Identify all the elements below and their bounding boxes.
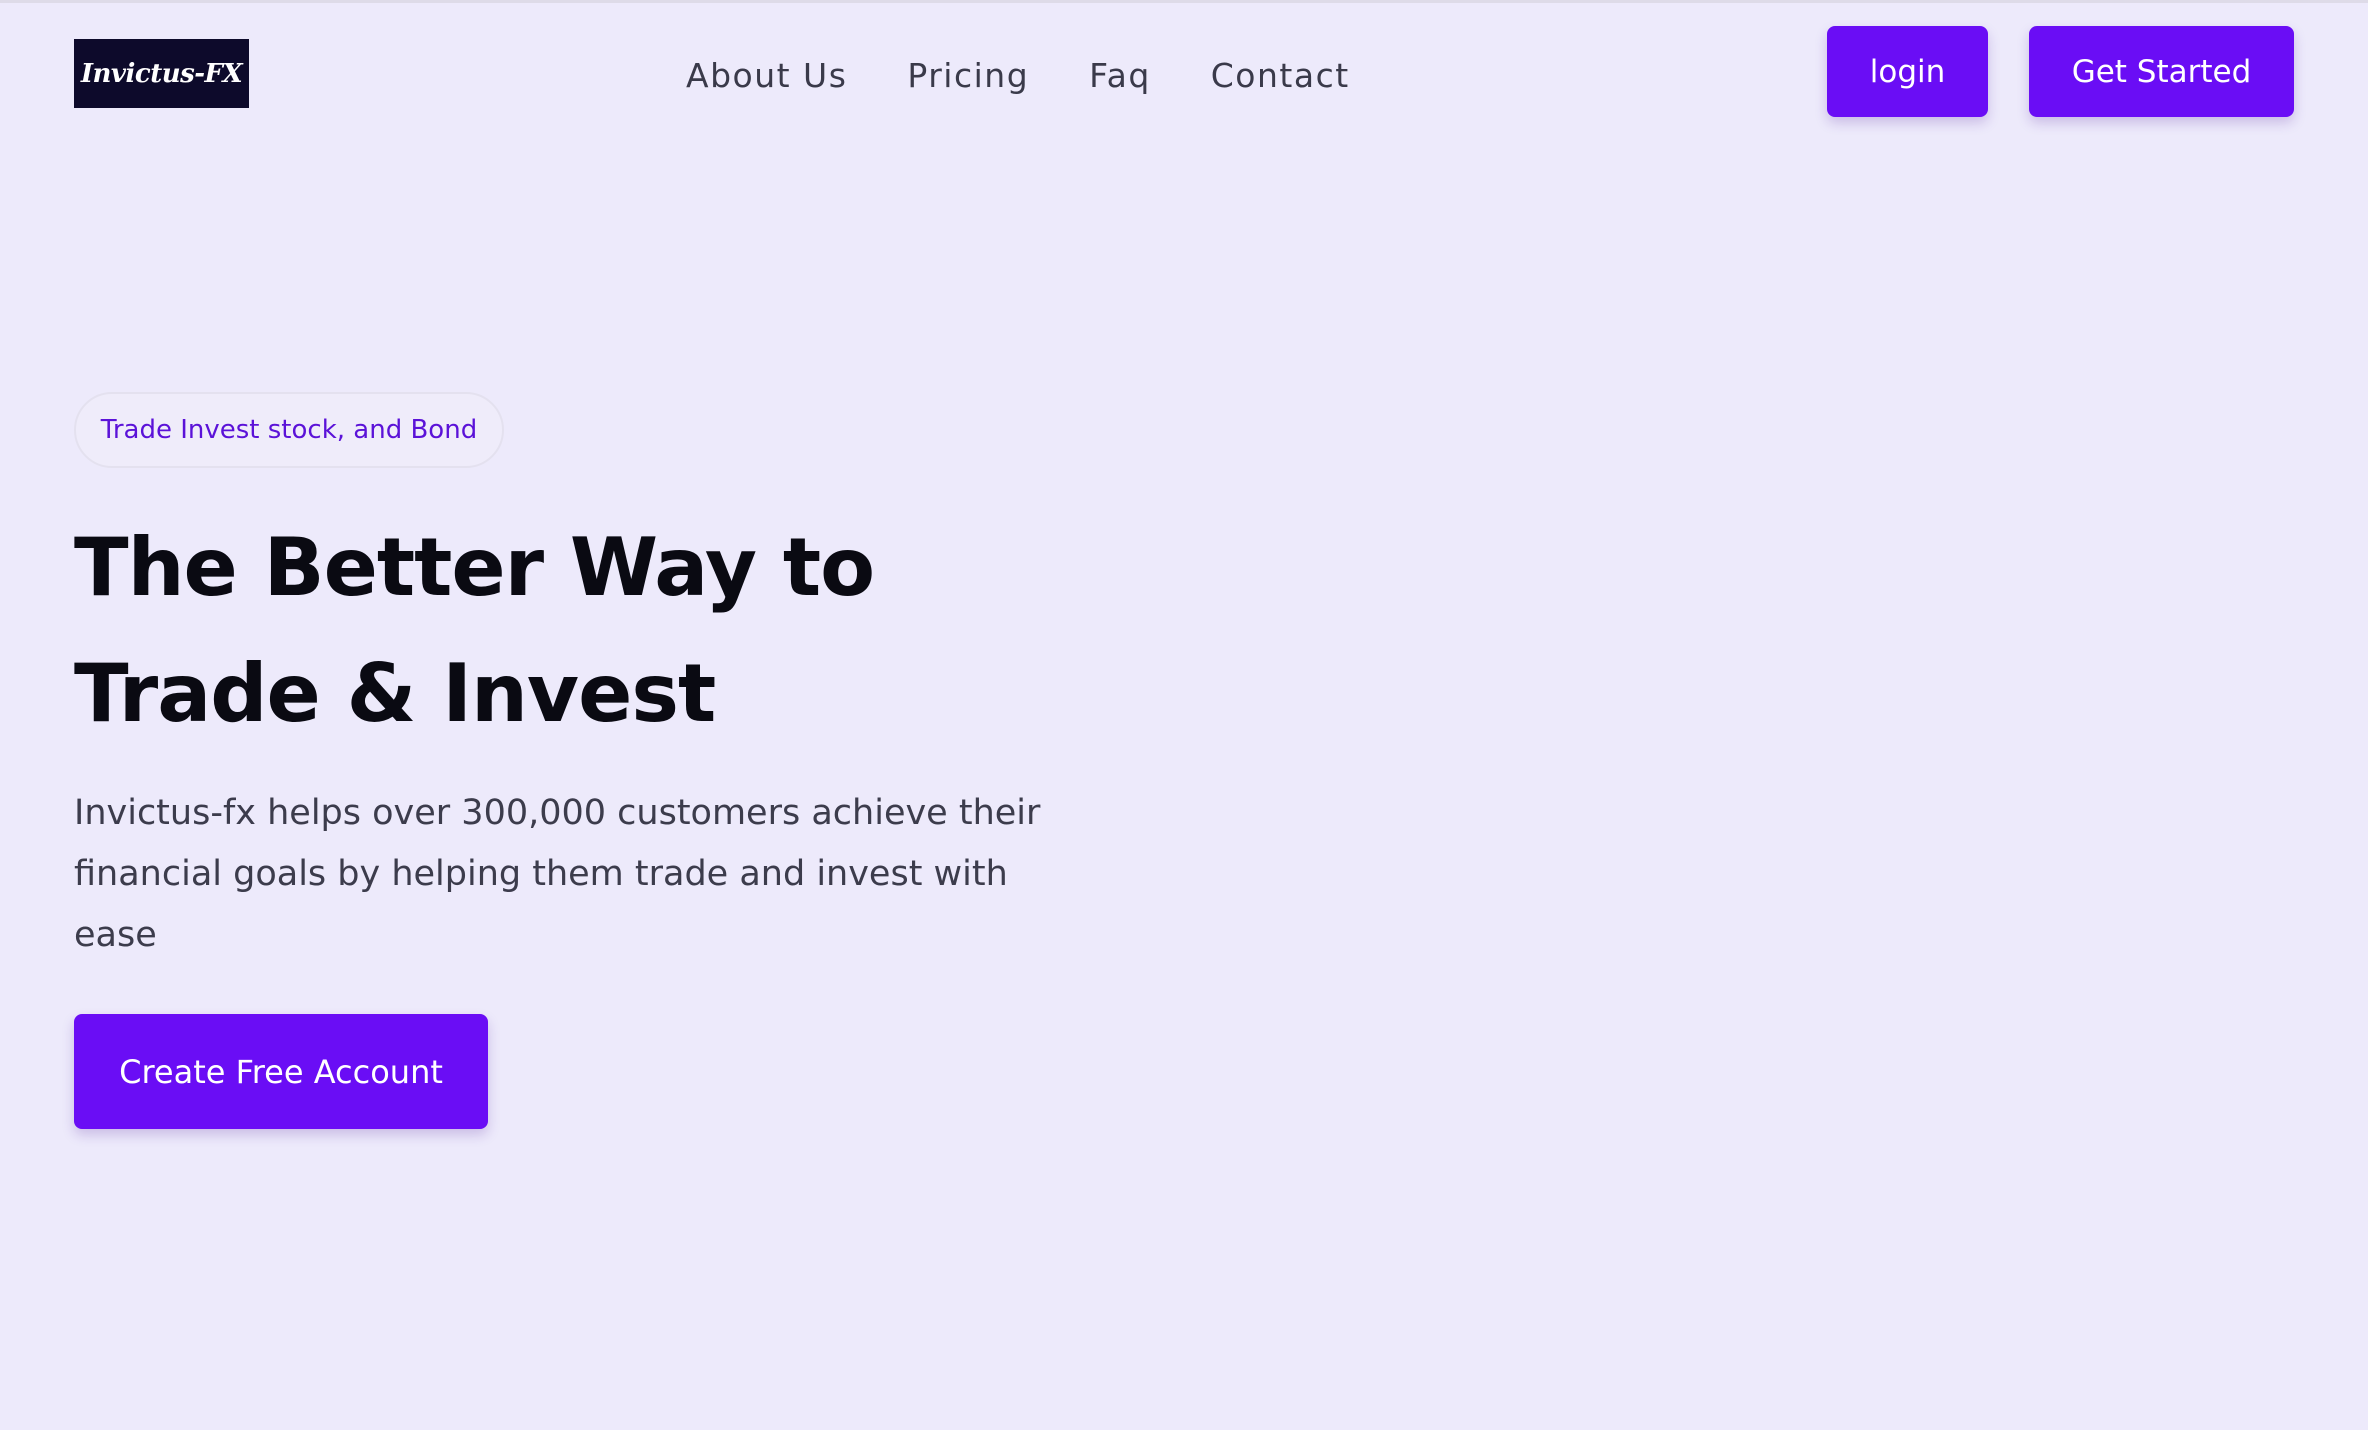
nav-pricing[interactable]: Pricing — [907, 56, 1029, 95]
nav-about-us[interactable]: About Us — [686, 56, 847, 95]
main-nav: About Us Pricing Faq Contact — [686, 50, 1410, 100]
get-started-button[interactable]: Get Started — [2029, 26, 2294, 117]
login-button[interactable]: login — [1827, 26, 1988, 117]
hero-description: Invictus-fx helps over 300,000 customers… — [74, 793, 1041, 955]
hero-tag-text: Trade Invest stock, and Bond — [100, 415, 478, 445]
top-divider — [0, 0, 2368, 3]
hero-headline: The Better Way to Trade & Invest — [74, 505, 1024, 757]
hero-headline-line-2: Trade & Invest — [74, 647, 716, 740]
nav-contact[interactable]: Contact — [1211, 56, 1350, 95]
create-free-account-button[interactable]: Create Free Account — [74, 1014, 488, 1129]
nav-faq[interactable]: Faq — [1089, 56, 1151, 95]
hero-headline-line-1: The Better Way to — [74, 521, 875, 614]
brand-logo-text: Invictus-FX — [80, 58, 243, 89]
hero-tag-pill: Trade Invest stock, and Bond — [74, 392, 504, 468]
brand-logo[interactable]: Invictus-FX — [74, 39, 249, 108]
